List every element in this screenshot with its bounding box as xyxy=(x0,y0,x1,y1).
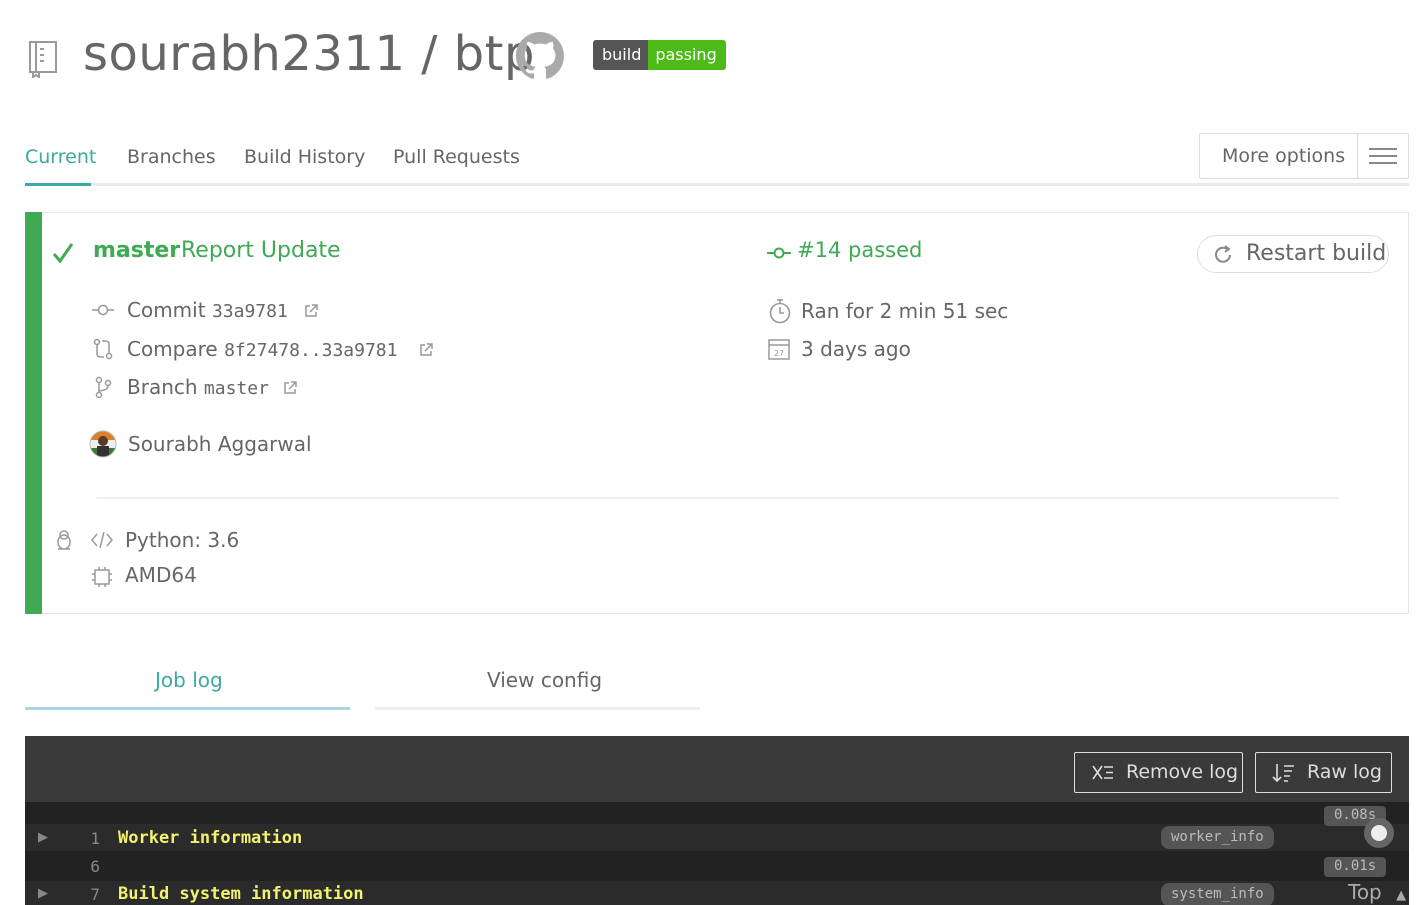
tab-build-history[interactable]: Build History xyxy=(244,146,365,168)
badge-status: passing xyxy=(648,40,726,70)
tab-current[interactable]: Current xyxy=(25,146,96,168)
external-link-icon[interactable] xyxy=(418,342,434,358)
external-link-icon[interactable] xyxy=(282,380,298,396)
caret-up-icon: ▲ xyxy=(1396,888,1407,903)
repo-title: sourabh2311 / btp xyxy=(83,26,535,82)
log-line-text: Build system information xyxy=(118,884,364,904)
branch-value[interactable]: master xyxy=(204,378,269,399)
tab-job-log[interactable]: Job log xyxy=(155,668,223,692)
calendar-day: 27 xyxy=(774,349,784,358)
cpu-icon xyxy=(92,567,112,587)
branch-icon xyxy=(95,376,112,398)
restart-build-button[interactable]: Restart build xyxy=(1197,235,1389,273)
build-status-stripe xyxy=(25,212,42,614)
build-number-status[interactable]: #14 passed xyxy=(797,238,922,262)
remove-log-icon xyxy=(1092,765,1113,780)
author-name: Sourabh Aggarwal xyxy=(128,432,312,456)
commit-message: Report Update xyxy=(181,238,341,263)
code-icon xyxy=(91,531,113,549)
language-version: Python: 3.6 xyxy=(125,528,240,552)
tabs-divider xyxy=(25,183,1409,186)
check-icon xyxy=(52,243,74,264)
compare-row[interactable]: Compare 8f27478..33a9781 xyxy=(127,337,397,361)
job-log-tab-indicator xyxy=(25,707,350,710)
log-line-number[interactable]: 1 xyxy=(24,829,100,848)
tab-view-config[interactable]: View config xyxy=(487,668,602,692)
commit-node-icon xyxy=(767,247,791,259)
log-line-number[interactable]: 7 xyxy=(24,885,100,904)
active-tab-indicator xyxy=(25,183,91,186)
branch-label: Branch xyxy=(127,375,198,399)
stopwatch-icon xyxy=(769,299,791,324)
commit-hash[interactable]: 33a9781 xyxy=(212,301,288,322)
remove-log-label: Remove log xyxy=(1126,761,1239,783)
calendar-icon: 27 xyxy=(768,339,790,360)
linux-icon xyxy=(57,530,71,550)
log-line-number[interactable]: 6 xyxy=(24,857,100,876)
branch-row[interactable]: Branch master xyxy=(127,375,269,399)
hamburger-icon[interactable] xyxy=(1358,134,1408,178)
remove-log-button[interactable]: Remove log xyxy=(1074,752,1243,793)
raw-log-icon xyxy=(1272,764,1294,783)
log-line-text: Worker information xyxy=(118,828,303,848)
repository-icon xyxy=(29,41,57,78)
compare-label: Compare xyxy=(127,337,218,361)
compare-range[interactable]: 8f27478..33a9781 xyxy=(224,340,397,361)
tab-pull-requests[interactable]: Pull Requests xyxy=(393,146,520,168)
fold-duration: 0.01s xyxy=(1324,857,1387,877)
restart-build-label: Restart build xyxy=(1246,241,1387,266)
build-status-badge[interactable]: build passing xyxy=(593,40,726,70)
more-options-button[interactable]: More options xyxy=(1199,133,1409,179)
raw-log-button[interactable]: Raw log xyxy=(1255,752,1392,793)
commit-icon xyxy=(92,304,114,316)
restart-icon xyxy=(1215,245,1231,263)
loading-spinner-icon xyxy=(1364,818,1394,848)
build-duration: Ran for 2 min 51 sec xyxy=(801,299,1009,323)
fold-tag: worker_info xyxy=(1161,826,1274,849)
build-summary-card xyxy=(25,212,1409,614)
build-branch-name[interactable]: master xyxy=(93,238,180,263)
commit-label: Commit xyxy=(127,298,206,322)
raw-log-label: Raw log xyxy=(1307,761,1382,783)
github-icon[interactable] xyxy=(516,32,564,80)
tab-branches[interactable]: Branches xyxy=(127,146,216,168)
fold-tag: system_info xyxy=(1161,883,1274,905)
build-finished-time: 3 days ago xyxy=(801,337,911,361)
avatar xyxy=(89,430,117,458)
view-config-tab-indicator xyxy=(375,707,700,710)
scroll-to-top-link[interactable]: Top ▲ xyxy=(1348,880,1406,904)
badge-label: build xyxy=(593,40,649,70)
top-label: Top xyxy=(1348,880,1382,904)
architecture: AMD64 xyxy=(125,563,197,587)
external-link-icon[interactable] xyxy=(303,303,319,319)
commit-row[interactable]: Commit 33a9781 xyxy=(127,298,288,322)
more-options-label: More options xyxy=(1200,134,1358,178)
compare-icon xyxy=(93,338,113,360)
card-divider xyxy=(97,497,1339,499)
